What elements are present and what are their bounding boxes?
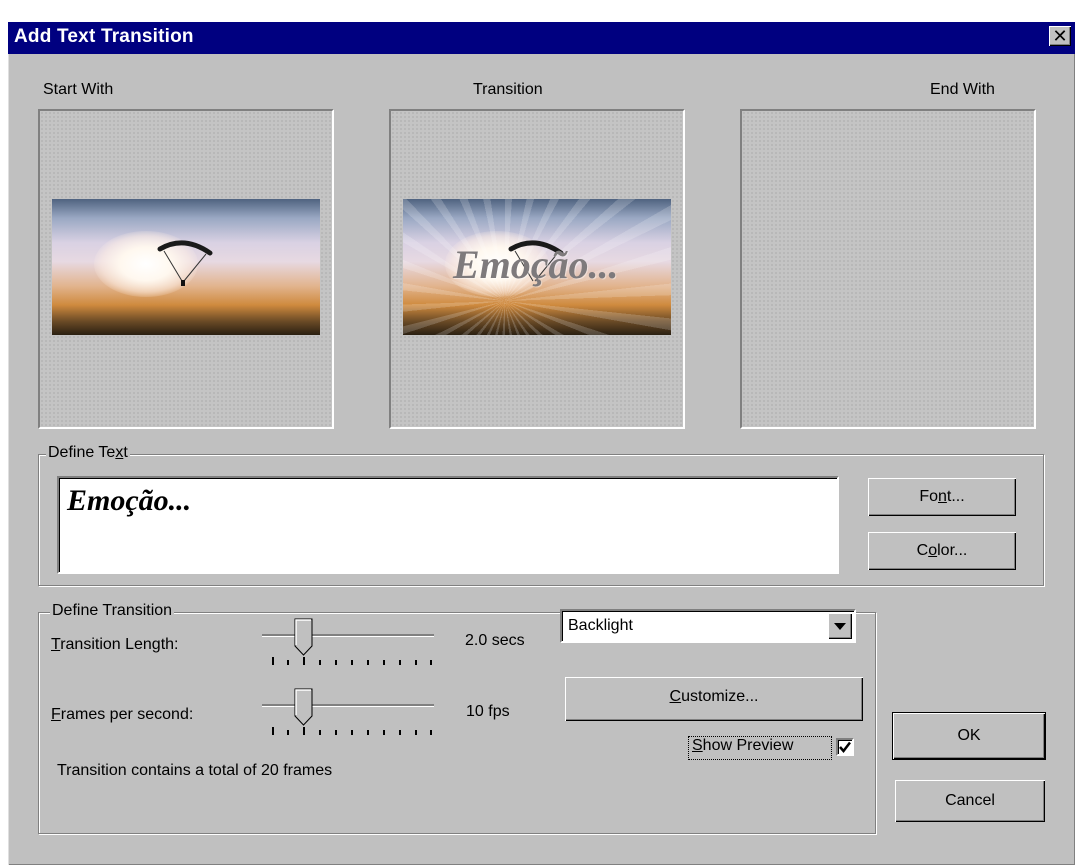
start-with-label: Start With bbox=[43, 81, 114, 98]
show-preview-label[interactable]: Show Preview bbox=[692, 737, 793, 755]
chevron-down-icon[interactable] bbox=[828, 613, 852, 639]
effect-select[interactable]: Backlight bbox=[560, 609, 856, 643]
slider-track bbox=[262, 634, 434, 637]
color-button[interactable]: Color... bbox=[868, 532, 1016, 570]
customize-button-label: Customize... bbox=[669, 688, 759, 705]
transition-preview-panel: Emoção... bbox=[389, 109, 685, 429]
checkmark-icon bbox=[839, 741, 851, 753]
start-image bbox=[52, 199, 320, 335]
define-text-legend: Define Text bbox=[46, 444, 130, 462]
slider-thumb[interactable] bbox=[294, 618, 314, 656]
cancel-button[interactable]: Cancel bbox=[895, 780, 1045, 822]
fps-value: 10 fps bbox=[466, 703, 510, 720]
transition-length-label: Transition Length: bbox=[51, 636, 179, 653]
frames-per-second-slider[interactable] bbox=[262, 688, 434, 736]
color-button-label: Color... bbox=[916, 542, 968, 559]
transition-label: Transition bbox=[473, 81, 543, 98]
customize-button[interactable]: Customize... bbox=[565, 677, 863, 721]
transition-length-value: 2.0 secs bbox=[465, 632, 525, 649]
start-with-preview-panel bbox=[38, 109, 334, 429]
end-with-label: End With bbox=[930, 81, 995, 98]
frames-per-second-label: Frames per second: bbox=[51, 706, 194, 723]
define-text-value: Emoção... bbox=[67, 484, 192, 517]
slider-track bbox=[262, 704, 434, 707]
end-with-preview-panel bbox=[740, 109, 1036, 429]
effect-selected-value: Backlight bbox=[568, 617, 633, 634]
paraglider-icon bbox=[157, 240, 213, 286]
define-text-input[interactable]: Emoção... bbox=[57, 476, 839, 574]
transition-overlay-text: Emoção... bbox=[453, 242, 619, 287]
ok-button[interactable]: OK bbox=[893, 713, 1045, 759]
slider-thumb[interactable] bbox=[294, 688, 314, 726]
close-icon: ✕ bbox=[1052, 26, 1068, 46]
slider-ticks bbox=[272, 727, 432, 738]
slider-ticks bbox=[272, 657, 432, 668]
define-transition-legend: Define Transition bbox=[50, 602, 175, 620]
frames-summary: Transition contains a total of 20 frames bbox=[57, 762, 333, 779]
close-button[interactable]: ✕ bbox=[1049, 26, 1071, 46]
title-bar[interactable]: Add Text Transition ✕ bbox=[8, 22, 1075, 54]
cancel-button-label: Cancel bbox=[945, 792, 995, 809]
dialog-title: Add Text Transition bbox=[14, 26, 194, 47]
font-button-label: Font... bbox=[919, 488, 965, 505]
transition-image: Emoção... bbox=[403, 199, 671, 335]
transition-length-slider[interactable] bbox=[262, 618, 434, 666]
font-button[interactable]: Font... bbox=[868, 478, 1016, 516]
show-preview-checkbox[interactable] bbox=[836, 738, 854, 756]
ok-button-label: OK bbox=[957, 727, 981, 744]
